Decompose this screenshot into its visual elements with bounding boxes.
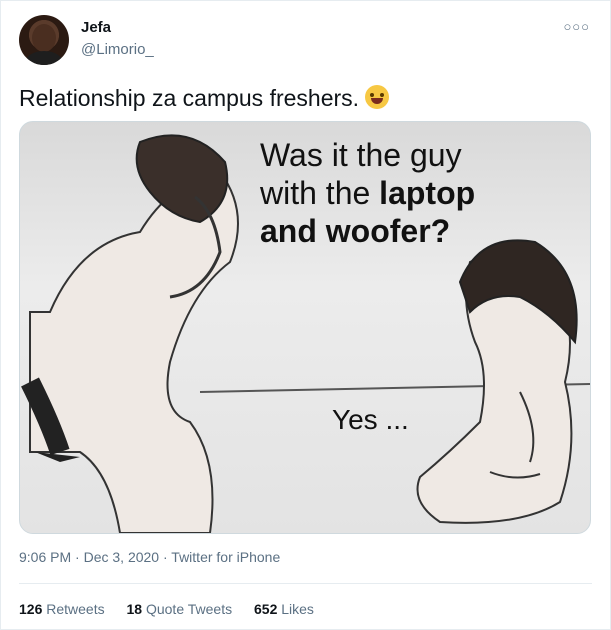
face-with-tears-of-joy-icon bbox=[365, 85, 390, 109]
tweet-text-body: Relationship za campus freshers. bbox=[19, 85, 360, 111]
quote-tweets-label: Quote Tweets bbox=[145, 601, 233, 617]
avatar-shirt bbox=[25, 51, 63, 65]
tweet-meta: 9:06 PM · Dec 3, 2020 · Twitter for iPho… bbox=[19, 549, 280, 565]
tweet-date[interactable]: Dec 3, 2020 bbox=[84, 549, 160, 565]
retweets-label: Retweets bbox=[46, 601, 105, 617]
retweets-stat[interactable]: 126 Retweets bbox=[19, 601, 105, 617]
avatar-face bbox=[32, 24, 56, 52]
tweet-card: Jefa @Limorio_ ○○○ Relationship za campu… bbox=[0, 0, 611, 630]
meme-caption-question: Was it the guy with the laptop and woofe… bbox=[260, 136, 475, 250]
likes-count: 652 bbox=[254, 601, 278, 617]
avatar[interactable] bbox=[19, 15, 69, 65]
retweets-count: 126 bbox=[19, 601, 43, 617]
quote-tweets-stat[interactable]: 18 Quote Tweets bbox=[127, 601, 233, 617]
caption-line-2b: laptop bbox=[379, 175, 476, 211]
likes-stat[interactable]: 652 Likes bbox=[254, 601, 314, 617]
tweet-text: Relationship za campus freshers. bbox=[19, 85, 390, 112]
meta-separator-1: · bbox=[75, 549, 80, 565]
quote-tweets-count: 18 bbox=[126, 601, 143, 617]
caption-line-3: and woofer? bbox=[260, 213, 451, 249]
meta-separator-2: · bbox=[162, 549, 168, 565]
more-options-icon[interactable]: ○○○ bbox=[563, 19, 590, 34]
caption-line-1: Was it the guy bbox=[260, 137, 462, 173]
tweet-source[interactable]: Twitter for iPhone bbox=[171, 549, 280, 565]
caption-line-2a: with the bbox=[260, 175, 380, 211]
tweet-time[interactable]: 9:06 PM bbox=[19, 549, 71, 565]
likes-label: Likes bbox=[281, 601, 314, 617]
user-name[interactable]: Jefa bbox=[81, 19, 111, 36]
user-handle[interactable]: @Limorio_ bbox=[81, 41, 154, 58]
tweet-stats: 126 Retweets 18 Quote Tweets 652 Likes bbox=[19, 601, 332, 617]
divider bbox=[19, 583, 592, 584]
tweet-media-image[interactable]: Was it the guy with the laptop and woofe… bbox=[19, 121, 591, 534]
meme-caption-answer: Yes ... bbox=[332, 404, 409, 435]
